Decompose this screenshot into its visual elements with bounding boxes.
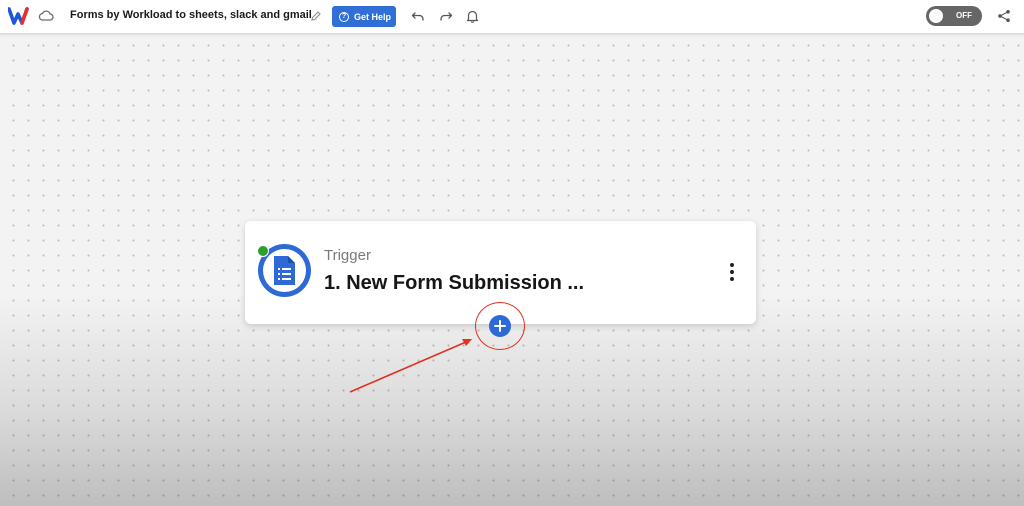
more-vertical-icon[interactable] — [727, 262, 737, 282]
trigger-label: Trigger — [324, 247, 371, 264]
share-icon[interactable] — [997, 9, 1011, 23]
add-step-button[interactable] — [489, 315, 511, 337]
undo-icon[interactable] — [411, 10, 425, 22]
toggle-label: OFF — [956, 11, 972, 20]
top-bar: Forms by Workload to sheets, slack and g… — [0, 0, 1024, 34]
get-help-button[interactable]: ? Get Help — [332, 6, 396, 27]
question-circle-icon: ? — [338, 11, 349, 22]
workflow-on-off-toggle[interactable]: OFF — [926, 6, 982, 26]
toggle-knob — [929, 9, 943, 23]
pencil-icon[interactable] — [310, 10, 322, 22]
form-document-icon — [274, 256, 295, 285]
bell-icon[interactable] — [466, 9, 479, 23]
trigger-title: 1. New Form Submission ... — [324, 272, 585, 294]
get-help-label: Get Help — [353, 11, 391, 22]
workflow-title[interactable]: Forms by Workload to sheets, slack and g… — [70, 9, 312, 21]
trigger-card[interactable]: Trigger 1. New Form Submission ... — [245, 221, 756, 324]
workflow-editor: Forms by Workload to sheets, slack and g… — [0, 0, 1024, 506]
workload-logo-icon[interactable] — [8, 7, 32, 25]
status-indicator — [257, 245, 269, 257]
plus-icon — [494, 320, 506, 332]
cloud-icon — [38, 10, 54, 21]
redo-icon[interactable] — [439, 10, 453, 22]
